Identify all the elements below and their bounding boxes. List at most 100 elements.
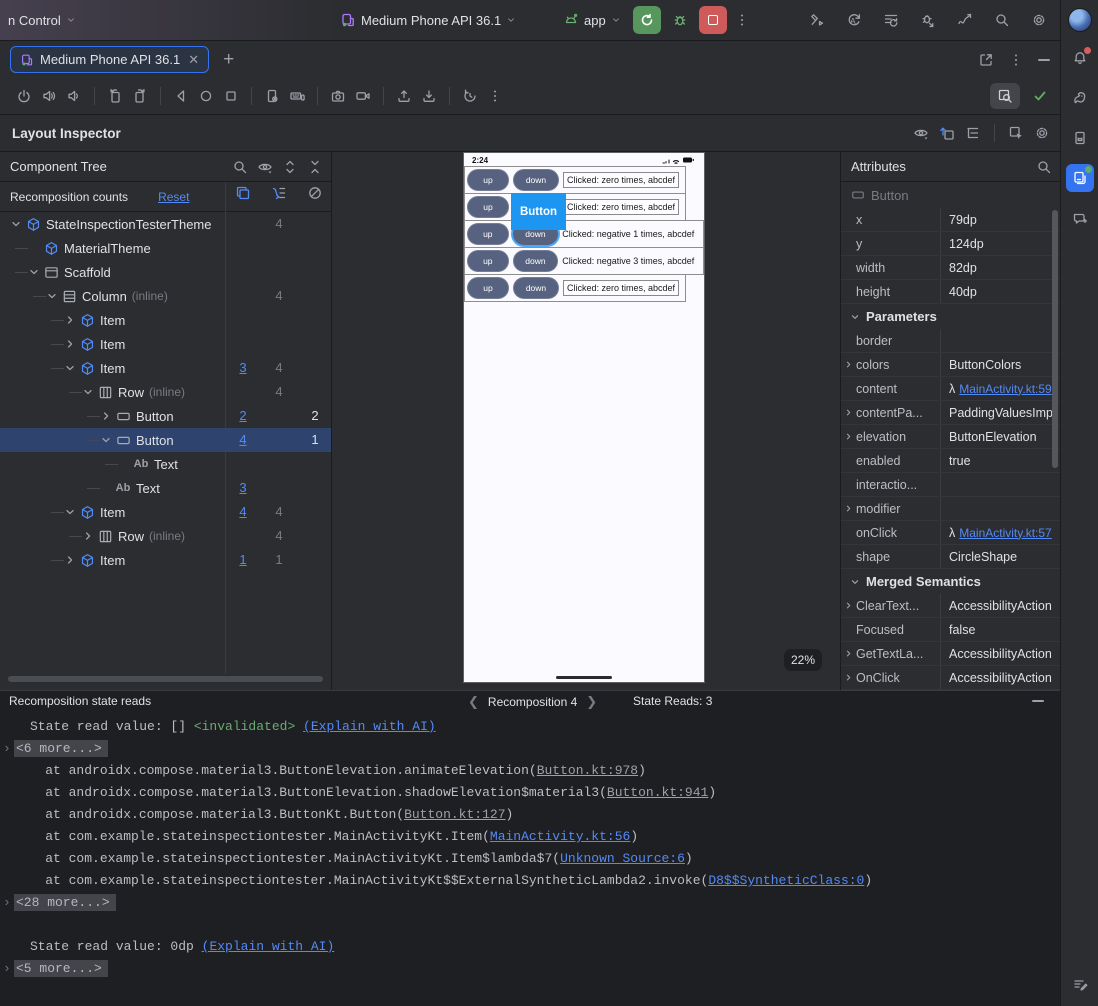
source-link[interactable]: MainActivity.kt:59 bbox=[959, 382, 1051, 396]
explain-with-ai-link[interactable]: (Explain with AI) bbox=[202, 939, 335, 954]
recomposition-count-icon[interactable] bbox=[235, 185, 251, 201]
attribute-row[interactable]: width 82dp bbox=[841, 256, 1060, 280]
avatar[interactable] bbox=[1067, 8, 1092, 32]
collapse-all-icon[interactable] bbox=[307, 159, 323, 175]
tree-horizontal-scrollbar[interactable] bbox=[8, 676, 323, 682]
expand-all-icon[interactable] bbox=[282, 159, 298, 175]
close-icon[interactable]: ✕ bbox=[188, 52, 199, 68]
recomposition-count-link[interactable]: 4 bbox=[239, 504, 246, 519]
down-button[interactable]: down bbox=[513, 169, 559, 191]
tree-expander-icon[interactable] bbox=[62, 361, 78, 375]
virtual-input-icon[interactable] bbox=[289, 88, 305, 104]
source-link[interactable]: MainActivity.kt:57 bbox=[959, 526, 1051, 540]
tree-row-row[interactable]: Row (inline) 4 bbox=[0, 524, 331, 548]
hide-tool-window-icon[interactable] bbox=[1038, 58, 1050, 61]
push-file-icon[interactable] bbox=[396, 88, 412, 104]
down-button[interactable]: down bbox=[512, 250, 559, 272]
expand-fold-icon[interactable]: › bbox=[3, 892, 11, 914]
export-snapshot-icon[interactable] bbox=[939, 125, 955, 141]
tree-expander-icon[interactable] bbox=[8, 217, 24, 231]
volume-down-icon[interactable] bbox=[66, 88, 82, 104]
stack-frame-link[interactable]: D8$$SyntheticClass:0 bbox=[708, 873, 864, 888]
attribute-row[interactable]: Focused false bbox=[841, 618, 1060, 642]
tree-expander-icon[interactable] bbox=[26, 265, 42, 279]
tree-row-row[interactable]: Row (inline) 4 bbox=[0, 380, 331, 404]
up-button[interactable]: up bbox=[467, 250, 509, 272]
stack-frame-link[interactable]: Button.kt:941 bbox=[607, 785, 708, 800]
tree-row-stateinspectiontestertheme[interactable]: StateInspectionTesterTheme 4 bbox=[0, 212, 331, 236]
tree-row-item[interactable]: Item 3 4 bbox=[0, 356, 331, 380]
recomposition-count-link[interactable]: 1 bbox=[239, 552, 246, 567]
up-button[interactable]: up bbox=[467, 196, 509, 218]
screenshot-icon[interactable] bbox=[330, 88, 346, 104]
device-screen[interactable]: 2:24 up down Clicked: zero times, abcdef up… bbox=[463, 152, 705, 683]
attributes-scrollbar[interactable] bbox=[1052, 210, 1058, 468]
tree-expander-icon[interactable] bbox=[62, 505, 78, 519]
power-icon[interactable] bbox=[16, 88, 32, 104]
attribute-row[interactable]: modifier bbox=[841, 497, 1060, 521]
tree-expander-icon[interactable] bbox=[62, 553, 78, 567]
tree-row-scaffold[interactable]: Scaffold bbox=[0, 260, 331, 284]
hide-panel-icon[interactable] bbox=[1032, 700, 1044, 702]
attributes-section-merged-semantics[interactable]: Merged Semantics bbox=[841, 569, 1060, 594]
search-everywhere-button[interactable] bbox=[987, 6, 1017, 34]
home-icon[interactable] bbox=[198, 88, 214, 104]
back-icon[interactable] bbox=[173, 88, 189, 104]
restart-activity-button[interactable] bbox=[876, 6, 906, 34]
stack-frame-link[interactable]: Button.kt:978 bbox=[537, 763, 638, 778]
tree-expander-icon[interactable] bbox=[80, 385, 96, 399]
explain-with-ai-link[interactable]: (Explain with AI) bbox=[303, 719, 436, 734]
attribute-row[interactable]: x 79dp bbox=[841, 208, 1060, 232]
up-button[interactable]: up bbox=[467, 169, 509, 191]
stack-frame-link[interactable]: MainActivity.kt:56 bbox=[490, 829, 630, 844]
gradle-button[interactable] bbox=[1066, 84, 1094, 112]
tree-expander-icon[interactable] bbox=[44, 289, 60, 303]
recomposition-count-link[interactable]: 3 bbox=[239, 480, 246, 495]
device-selector[interactable]: Medium Phone API 36.1 bbox=[340, 0, 516, 40]
more-vertical-icon[interactable] bbox=[487, 88, 503, 104]
attach-debugger-button[interactable] bbox=[913, 6, 943, 34]
stop-button[interactable] bbox=[699, 6, 727, 34]
vcs-widget[interactable]: n Control bbox=[8, 0, 76, 40]
attribute-row[interactable]: contentPa... PaddingValuesImpl bbox=[841, 401, 1060, 425]
checkmark-icon[interactable] bbox=[1032, 88, 1048, 104]
attribute-row[interactable]: elevation ButtonElevation bbox=[841, 425, 1060, 449]
attribute-row[interactable]: y 124dp bbox=[841, 232, 1060, 256]
apply-changes-button[interactable]: A bbox=[839, 6, 869, 34]
attr-expander-icon[interactable] bbox=[841, 407, 856, 418]
screen-record-icon[interactable] bbox=[355, 88, 371, 104]
open-in-window-icon[interactable] bbox=[978, 52, 994, 68]
tab-medium-phone[interactable]: Medium Phone API 36.1 ✕ bbox=[10, 46, 210, 73]
skip-count-icon[interactable] bbox=[271, 185, 287, 201]
attribute-row[interactable]: GetTextLa... AccessibilityAction bbox=[841, 642, 1060, 666]
view-options-icon[interactable] bbox=[913, 125, 929, 141]
attr-expander-icon[interactable] bbox=[841, 359, 856, 370]
expand-fold-icon[interactable]: › bbox=[3, 738, 11, 760]
attribute-row[interactable]: ClearText... AccessibilityAction bbox=[841, 594, 1060, 618]
attr-expander-icon[interactable] bbox=[841, 672, 856, 683]
recomposition-count-link[interactable]: 3 bbox=[239, 360, 246, 375]
tree-row-button[interactable]: Button 4 1 bbox=[0, 428, 331, 452]
fold-label[interactable]: <6 more...> bbox=[14, 740, 108, 757]
new-tab-button[interactable]: + bbox=[223, 49, 234, 71]
profiler-button[interactable] bbox=[950, 6, 980, 34]
tree-expander-icon[interactable] bbox=[98, 433, 114, 447]
volume-up-icon[interactable] bbox=[41, 88, 57, 104]
inspector-settings-icon[interactable] bbox=[1034, 125, 1050, 141]
running-devices-button[interactable] bbox=[1065, 164, 1094, 192]
tree-options-icon[interactable] bbox=[965, 125, 981, 141]
layout-inspector-toggle[interactable] bbox=[990, 83, 1020, 109]
tree-row-text[interactable]: Ab Text 3 bbox=[0, 476, 331, 500]
editor-config-button[interactable] bbox=[1066, 970, 1094, 998]
attribute-row[interactable]: interactio... bbox=[841, 473, 1060, 497]
rotate-left-icon[interactable] bbox=[107, 88, 123, 104]
tree-row-column[interactable]: Column (inline) 4 bbox=[0, 284, 331, 308]
tree-row-text[interactable]: Ab Text bbox=[0, 452, 331, 476]
up-button[interactable]: up bbox=[467, 277, 509, 299]
prev-recomposition-icon[interactable]: ❮ bbox=[468, 694, 479, 710]
snapshots-icon[interactable] bbox=[462, 88, 478, 104]
attribute-row[interactable]: colors ButtonColors bbox=[841, 353, 1060, 377]
attr-expander-icon[interactable] bbox=[841, 431, 856, 442]
attribute-row[interactable]: OnClick AccessibilityAction bbox=[841, 666, 1060, 690]
tree-row-item[interactable]: Item bbox=[0, 308, 331, 332]
